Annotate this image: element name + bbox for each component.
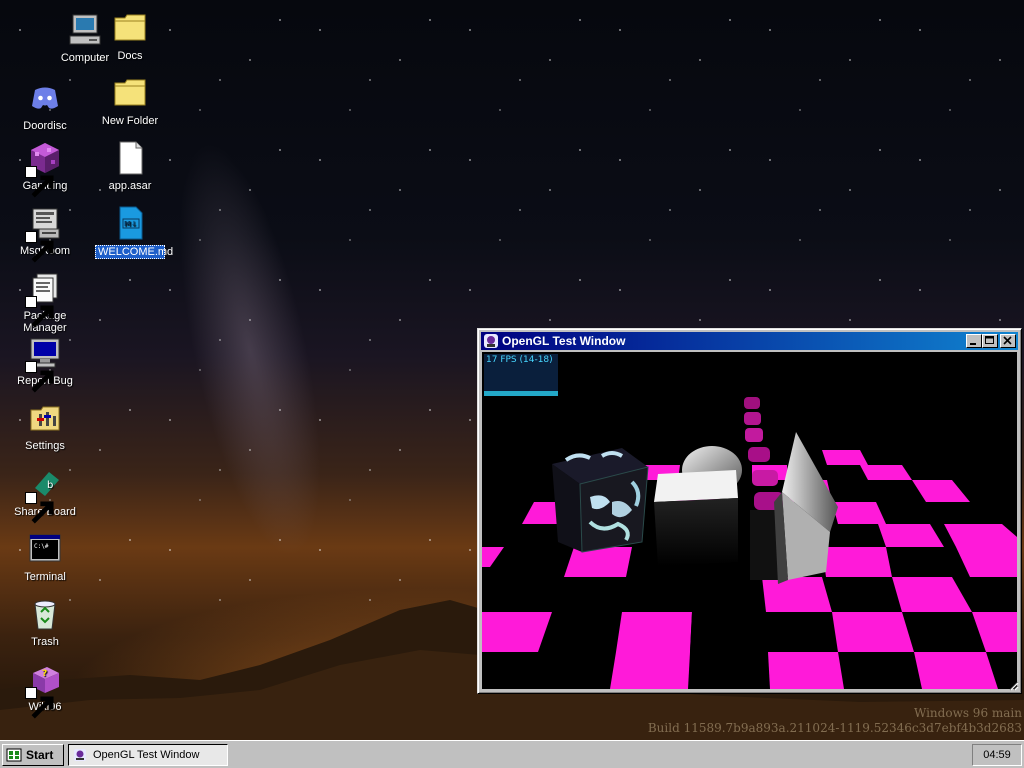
resize-grip-icon[interactable] xyxy=(1008,680,1019,691)
close-icon xyxy=(1003,336,1012,345)
fps-counter: 17 FPS (14-18) xyxy=(484,354,558,396)
textured-cube xyxy=(552,448,649,553)
start-label: Start xyxy=(26,748,54,762)
build-info-edition: Windows 96 main xyxy=(913,706,1022,720)
window-title-bar[interactable]: OpenGL Test Window xyxy=(481,332,1018,350)
fps-label: 17 FPS (14-18) xyxy=(486,355,553,365)
folder-icon xyxy=(112,75,148,111)
discord-icon xyxy=(27,80,63,116)
report-bug-icon xyxy=(25,335,63,393)
shortcut-arrow-icon xyxy=(25,296,54,328)
maximize-button[interactable] xyxy=(982,334,998,348)
desktop-icon-terminal[interactable]: C:\# Terminal xyxy=(10,531,80,583)
start-logo-icon xyxy=(6,748,22,762)
svg-text:b: b xyxy=(47,480,53,491)
desktop-icon-report-bug[interactable]: Report Bug xyxy=(10,335,80,393)
minimize-icon xyxy=(970,343,976,345)
desktop-icon-app-asar[interactable]: app.asar xyxy=(95,140,165,192)
window-title: OpenGL Test Window xyxy=(502,334,626,348)
shortcut-arrow-icon xyxy=(25,492,54,524)
3d-scene xyxy=(482,397,1017,689)
svg-text:?: ? xyxy=(42,669,47,679)
system-tray-clock[interactable]: 04:59 xyxy=(972,744,1022,766)
desktop-icon-trash[interactable]: Trash xyxy=(10,596,80,648)
desktop-icon-settings[interactable]: Settings xyxy=(10,400,80,452)
taskbar: Start OpenGL Test Window 04:59 xyxy=(0,740,1024,768)
shortcut-arrow-icon xyxy=(25,361,54,393)
msgroom-icon xyxy=(25,205,63,263)
folder-icon xyxy=(112,10,148,46)
desktop-icon-label: Docs xyxy=(117,50,143,62)
grey-cube xyxy=(654,470,738,566)
taskbar-item-opengl-test-window[interactable]: OpenGL Test Window xyxy=(68,744,228,766)
clock: 04:59 xyxy=(983,749,1011,761)
build-info: Windows 96 main Build 11589.7b9a893a.211… xyxy=(648,706,1022,736)
shortcut-arrow-icon xyxy=(25,231,54,263)
package-manager-icon xyxy=(25,270,63,328)
opengl-canvas[interactable]: 17 FPS (14-18) xyxy=(482,352,1017,689)
game-cube-icon xyxy=(25,140,63,198)
desktop-icon-package-manager[interactable]: Package Manager xyxy=(10,270,80,334)
fps-graph xyxy=(484,391,558,396)
desktop-icon-msgroom[interactable]: MsgRoom xyxy=(10,205,80,263)
desktop-icon-label: New Folder xyxy=(101,115,159,127)
desktop-icon-gameing[interactable]: Gameing xyxy=(10,140,80,198)
desktop-icon-label: Doordisc xyxy=(23,120,67,132)
desktop-icon-label: Trash xyxy=(31,636,59,648)
desktop-icon-docs[interactable]: Docs xyxy=(95,10,165,62)
minimize-button[interactable] xyxy=(966,334,982,348)
file-icon xyxy=(112,140,148,176)
close-button[interactable] xyxy=(1000,334,1016,348)
wiki-book-icon: ? xyxy=(25,661,63,719)
svg-text:M↓: M↓ xyxy=(124,220,137,228)
settings-folder-icon xyxy=(27,400,63,436)
markdown-file-icon: M↓ xyxy=(112,205,148,241)
taskbar-item-label: OpenGL Test Window xyxy=(93,749,200,761)
shortcut-arrow-icon xyxy=(25,166,54,198)
app-icon xyxy=(483,333,499,349)
svg-text:C:\#: C:\# xyxy=(34,543,49,550)
share-board-icon: b xyxy=(25,466,63,524)
desktop-icon-doordisc[interactable]: Doordisc xyxy=(10,80,80,132)
desktop-icon-welcome-md[interactable]: M↓ WELCOME.md xyxy=(95,205,173,259)
desktop-icon-wiki96[interactable]: ? Wiki96 xyxy=(10,661,80,719)
desktop-icon-new-folder[interactable]: New Folder xyxy=(95,75,165,127)
recycle-bin-icon xyxy=(27,596,63,632)
start-button[interactable]: Start xyxy=(2,744,64,766)
opengl-test-window[interactable]: OpenGL Test Window 17 FPS (14-18) xyxy=(477,328,1022,694)
maximize-icon xyxy=(985,336,994,344)
desktop-icon-share-board[interactable]: b Share Board xyxy=(10,466,80,524)
shortcut-arrow-icon xyxy=(25,687,54,719)
build-info-number: Build 11589.7b9a893a.211024-1119.52346c3… xyxy=(647,721,1022,735)
terminal-icon: C:\# xyxy=(27,531,63,567)
desktop-icon-label: Terminal xyxy=(24,571,66,583)
app-icon xyxy=(74,749,86,761)
desktop-icon-label: app.asar xyxy=(108,180,152,192)
desktop-icon-label: WELCOME.md xyxy=(95,245,173,259)
desktop-icon-label: Settings xyxy=(25,440,65,452)
